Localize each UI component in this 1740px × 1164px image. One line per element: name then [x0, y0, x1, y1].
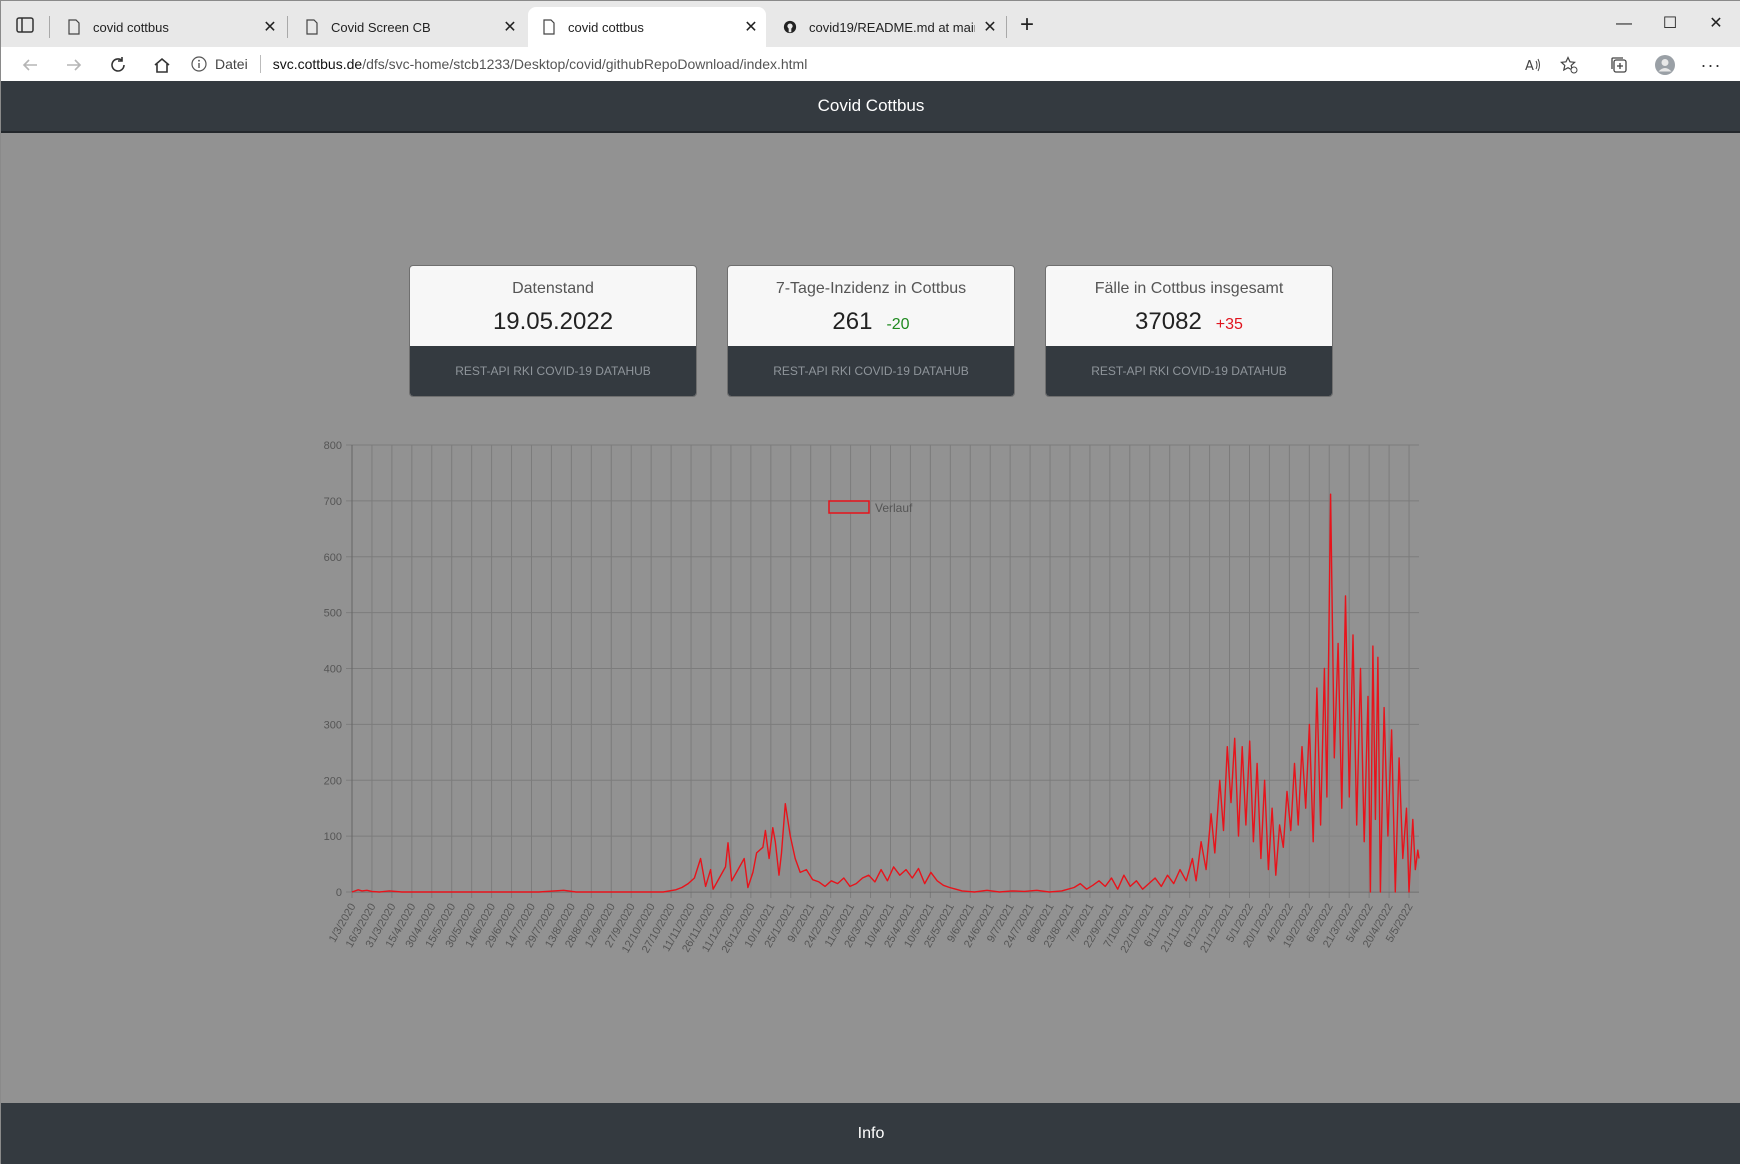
close-window-button[interactable]: ✕ — [1693, 9, 1739, 39]
forward-button[interactable] — [61, 52, 87, 78]
y-tick-label: 500 — [324, 608, 342, 620]
y-tick-label: 400 — [324, 664, 342, 676]
read-aloud-icon: A — [1525, 58, 1540, 74]
info-icon[interactable] — [191, 56, 207, 72]
close-tab-icon[interactable]: ✕ — [975, 17, 1005, 37]
url-host: svc.cottbus.de — [272, 56, 363, 72]
profile-button[interactable] — [1651, 52, 1679, 78]
arrow-left-icon — [22, 59, 37, 71]
page-footer[interactable]: Info — [1, 1103, 1740, 1164]
y-tick-label: 300 — [324, 719, 342, 731]
collections-button[interactable] — [1605, 52, 1633, 78]
page-icon — [306, 19, 318, 35]
tab-strip: covid cottbus ✕ Covid Screen CB ✕ covid … — [1, 1, 1740, 47]
home-button[interactable] — [149, 52, 175, 78]
address-bar: Datei svc.cottbus.de /dfs/svc-home/stcb1… — [1, 47, 1740, 82]
more-menu-button[interactable]: ··· — [1697, 52, 1725, 78]
read-aloud-button[interactable]: A — [1519, 52, 1547, 78]
y-tick-label: 100 — [324, 831, 342, 843]
page-icon — [543, 19, 555, 35]
tab-2-title: Covid Screen CB — [331, 19, 431, 35]
security-label: Datei — [215, 56, 248, 72]
legend-swatch — [828, 500, 870, 514]
add-favorite-button[interactable] — [1555, 52, 1583, 78]
y-tick-label: 0 — [336, 887, 342, 899]
tab-2[interactable]: Covid Screen CB ✕ — [291, 7, 525, 47]
reload-button[interactable] — [105, 52, 131, 78]
url-field[interactable]: Datei svc.cottbus.de /dfs/svc-home/stcb1… — [191, 49, 1511, 79]
more-icon: ··· — [1700, 54, 1722, 75]
svg-text:A: A — [1525, 59, 1534, 74]
tab-3-title: covid cottbus — [568, 19, 644, 35]
y-tick-label: 200 — [324, 775, 342, 787]
legend-label: Verlauf — [875, 501, 913, 515]
star-add-icon — [1560, 56, 1578, 74]
github-icon — [783, 20, 797, 34]
close-tab-icon[interactable]: ✕ — [736, 17, 766, 37]
home-icon — [154, 57, 170, 73]
cases-line-chart: 01002003004005006007008001/3/202016/3/20… — [324, 440, 1420, 955]
tab-1-title: covid cottbus — [93, 19, 169, 35]
tab-3-active[interactable]: covid cottbus ✕ — [528, 7, 766, 47]
new-tab-button[interactable]: + — [1012, 11, 1042, 41]
close-tab-icon[interactable]: ✕ — [495, 17, 525, 37]
y-tick-label: 600 — [324, 552, 342, 564]
browser-window: covid cottbus ✕ Covid Screen CB ✕ covid … — [0, 0, 1740, 1164]
arrow-right-icon — [67, 59, 82, 71]
tab-4-title: covid19/README.md at main · st — [809, 19, 975, 35]
url-path: /dfs/svc-home/stcb1233/Desktop/covid/git… — [362, 56, 808, 72]
page-icon — [68, 19, 80, 35]
collections-icon — [1611, 57, 1627, 73]
tab-4[interactable]: covid19/README.md at main · st ✕ — [769, 7, 1005, 47]
close-tab-icon[interactable]: ✕ — [255, 17, 285, 37]
y-tick-label: 700 — [324, 496, 342, 508]
tab-1[interactable]: covid cottbus ✕ — [53, 7, 285, 47]
maximize-button[interactable]: ☐ — [1647, 9, 1693, 39]
avatar-icon — [1655, 55, 1675, 75]
y-tick-label: 800 — [324, 440, 342, 452]
reload-icon — [111, 57, 125, 72]
minimize-button[interactable]: — — [1601, 9, 1647, 39]
back-button[interactable] — [17, 52, 43, 78]
page-content: Covid Cottbus Datenstand 19.05.2022 REST… — [1, 81, 1740, 1164]
tab-actions-icon[interactable] — [15, 15, 35, 35]
